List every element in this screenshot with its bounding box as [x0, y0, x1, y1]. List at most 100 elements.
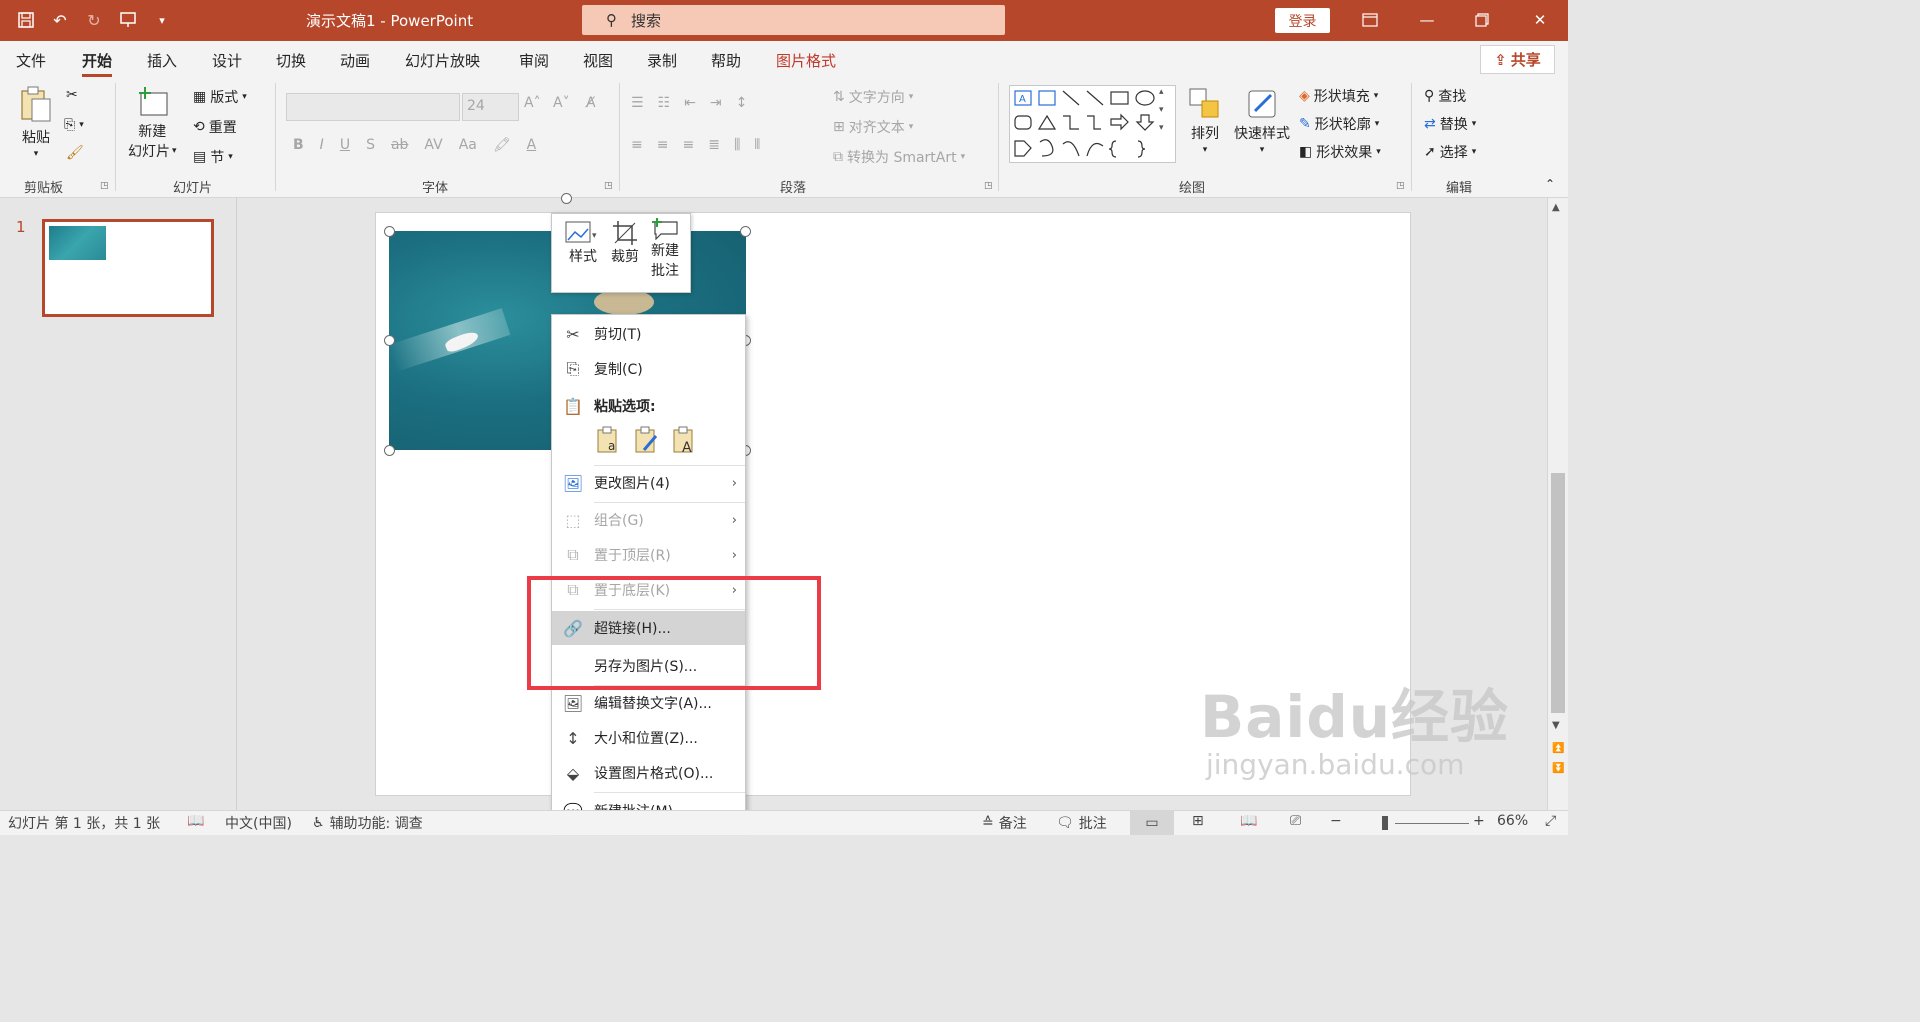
shapes-gallery[interactable]: A: [1009, 85, 1176, 163]
find-button[interactable]: ⚲ 查找: [1424, 86, 1466, 106]
ribbon-display-icon[interactable]: [1358, 8, 1382, 32]
minimize-icon[interactable]: —: [1415, 8, 1439, 32]
convert-smartart-button[interactable]: ⧉ 转换为 SmartArt ▾: [833, 147, 965, 167]
numbering-icon[interactable]: ☷: [658, 95, 671, 111]
language-indicator[interactable]: 中文(中国): [225, 813, 292, 833]
tab-record[interactable]: 录制: [647, 50, 677, 71]
dialog-launcher-icon[interactable]: ◳: [604, 181, 613, 191]
resize-handle[interactable]: [384, 445, 395, 456]
vertical-scrollbar[interactable]: ▲ ▼ ⏫ ⏬: [1547, 198, 1568, 810]
tab-review[interactable]: 审阅: [519, 50, 549, 71]
resize-handle[interactable]: [384, 335, 395, 346]
bold-icon[interactable]: B: [293, 137, 304, 153]
spell-check-icon[interactable]: 📖: [187, 813, 204, 829]
grow-font-icon[interactable]: A˄: [524, 95, 541, 111]
paste-keep-source-formatting-icon[interactable]: [632, 425, 662, 455]
font-name-combo[interactable]: [286, 93, 460, 121]
italic-icon[interactable]: I: [320, 137, 324, 153]
zoom-slider-thumb[interactable]: [1382, 816, 1388, 830]
gallery-scroll[interactable]: ▴ ▾ ▾: [1159, 87, 1164, 133]
zoom-in-icon[interactable]: +: [1473, 813, 1485, 829]
scroll-up-icon[interactable]: ▲: [1552, 202, 1560, 213]
rotation-handle[interactable]: [561, 193, 572, 204]
comments-button[interactable]: 🗨 批注: [1056, 813, 1107, 833]
copy-icon[interactable]: ⎘ ▾: [64, 117, 84, 133]
paste-text-only-icon[interactable]: A: [670, 425, 700, 455]
menu-item-bring-to-front[interactable]: ⧉ 置于顶层(R) ›: [552, 538, 745, 572]
login-button[interactable]: 登录: [1275, 8, 1330, 33]
menu-item-edit-alt-text[interactable]: 🖼 编辑替换文字(A)...: [552, 686, 745, 720]
zoom-out-icon[interactable]: −: [1330, 813, 1342, 829]
section-button[interactable]: ▤ 节 ▾: [193, 147, 233, 167]
collapse-ribbon-icon[interactable]: ⌃: [1545, 177, 1555, 191]
tab-home[interactable]: 开始: [82, 50, 113, 77]
resize-handle[interactable]: [740, 226, 751, 237]
share-button[interactable]: ⇪ 共享: [1480, 45, 1555, 74]
crop-button[interactable]: 裁剪: [611, 220, 639, 266]
shadow-icon[interactable]: S: [366, 137, 375, 153]
save-icon[interactable]: [14, 8, 38, 32]
scroll-down-icon[interactable]: ▼: [1552, 720, 1560, 731]
gallery-more-icon[interactable]: ▾: [1159, 123, 1164, 133]
zoom-level[interactable]: 66%: [1497, 813, 1528, 829]
tab-transitions[interactable]: 切换: [276, 50, 306, 71]
tab-insert[interactable]: 插入: [147, 50, 177, 71]
columns-icon[interactable]: ⫴: [754, 137, 760, 153]
undo-icon[interactable]: ↶: [48, 8, 72, 32]
select-button[interactable]: ➚ 选择 ▾: [1424, 142, 1476, 162]
replace-button[interactable]: ⇄ 替换 ▾: [1424, 114, 1476, 134]
text-direction-button[interactable]: ⇅ 文字方向 ▾: [833, 87, 913, 107]
dialog-launcher-icon[interactable]: ◳: [100, 181, 109, 191]
tab-file[interactable]: 文件: [16, 50, 46, 71]
scrollbar-thumb[interactable]: [1551, 473, 1565, 713]
notes-button[interactable]: ≙ 备注: [982, 813, 1027, 833]
menu-item-cut[interactable]: ✂ 剪切(T): [552, 317, 745, 351]
underline-icon[interactable]: U: [340, 137, 350, 153]
tab-help[interactable]: 帮助: [711, 50, 741, 71]
next-slide-icon[interactable]: ⏬: [1552, 763, 1564, 774]
align-left-icon[interactable]: ≡: [631, 137, 643, 153]
layout-button[interactable]: ▦ 版式 ▾: [193, 87, 247, 107]
align-center-icon[interactable]: ≡: [657, 137, 669, 153]
font-size-combo[interactable]: 24: [462, 93, 519, 121]
chevron-down-icon[interactable]: ▾: [1159, 105, 1164, 115]
slide-sorter-icon[interactable]: ⊞: [1192, 813, 1204, 829]
paste-use-destination-theme-icon[interactable]: a: [594, 425, 624, 455]
tab-picture-format[interactable]: 图片格式: [776, 50, 836, 71]
search-box[interactable]: ⚲ 搜索: [582, 5, 1005, 35]
bullets-icon[interactable]: ☰: [631, 95, 644, 111]
new-slide-button[interactable]: 新建 幻灯片 ▾: [128, 85, 177, 161]
new-comment-button[interactable]: 新建 批注: [651, 218, 679, 280]
slide-thumbnail[interactable]: [42, 219, 214, 317]
clear-format-icon[interactable]: A̸: [586, 95, 596, 111]
change-case-icon[interactable]: Aa: [459, 137, 477, 153]
reading-view-icon[interactable]: 📖: [1240, 813, 1257, 829]
close-icon[interactable]: ✕: [1528, 8, 1552, 32]
normal-view-icon[interactable]: ▭: [1130, 811, 1174, 835]
tab-slideshow[interactable]: 幻灯片放映: [405, 50, 480, 71]
tab-view[interactable]: 视图: [583, 50, 613, 71]
menu-item-change-picture[interactable]: 🖼 更改图片(4) ›: [552, 466, 745, 500]
shape-outline-button[interactable]: ✎ 形状轮廓 ▾: [1299, 114, 1379, 134]
shrink-font-icon[interactable]: A˅: [553, 95, 570, 111]
increase-indent-icon[interactable]: ⇥: [710, 95, 722, 111]
style-button[interactable]: ▾ 样式: [564, 220, 602, 266]
chevron-up-icon[interactable]: ▴: [1159, 87, 1164, 97]
menu-item-format-picture[interactable]: ⬙ 设置图片格式(O)...: [552, 756, 745, 790]
slideshow-icon[interactable]: ⎚: [1290, 813, 1301, 829]
accessibility-button[interactable]: ♿ 辅助功能: 调查: [312, 813, 423, 833]
char-spacing-icon[interactable]: AV: [424, 137, 442, 153]
format-painter-icon[interactable]: 🖌: [66, 145, 84, 161]
restore-icon[interactable]: [1470, 8, 1494, 32]
cut-icon[interactable]: ✂: [66, 87, 78, 103]
shape-fill-button[interactable]: ◈ 形状填充 ▾: [1299, 86, 1378, 106]
resize-handle[interactable]: [384, 226, 395, 237]
distributed-icon[interactable]: ⫼: [734, 137, 740, 153]
tab-design[interactable]: 设计: [212, 50, 242, 71]
present-icon[interactable]: [116, 8, 140, 32]
redo-icon[interactable]: ↻: [82, 8, 106, 32]
tab-animations[interactable]: 动画: [340, 50, 370, 71]
strikethrough-icon[interactable]: ab: [391, 137, 408, 153]
previous-slide-icon[interactable]: ⏫: [1552, 743, 1564, 754]
arrange-button[interactable]: 排列 ▾: [1188, 87, 1222, 155]
